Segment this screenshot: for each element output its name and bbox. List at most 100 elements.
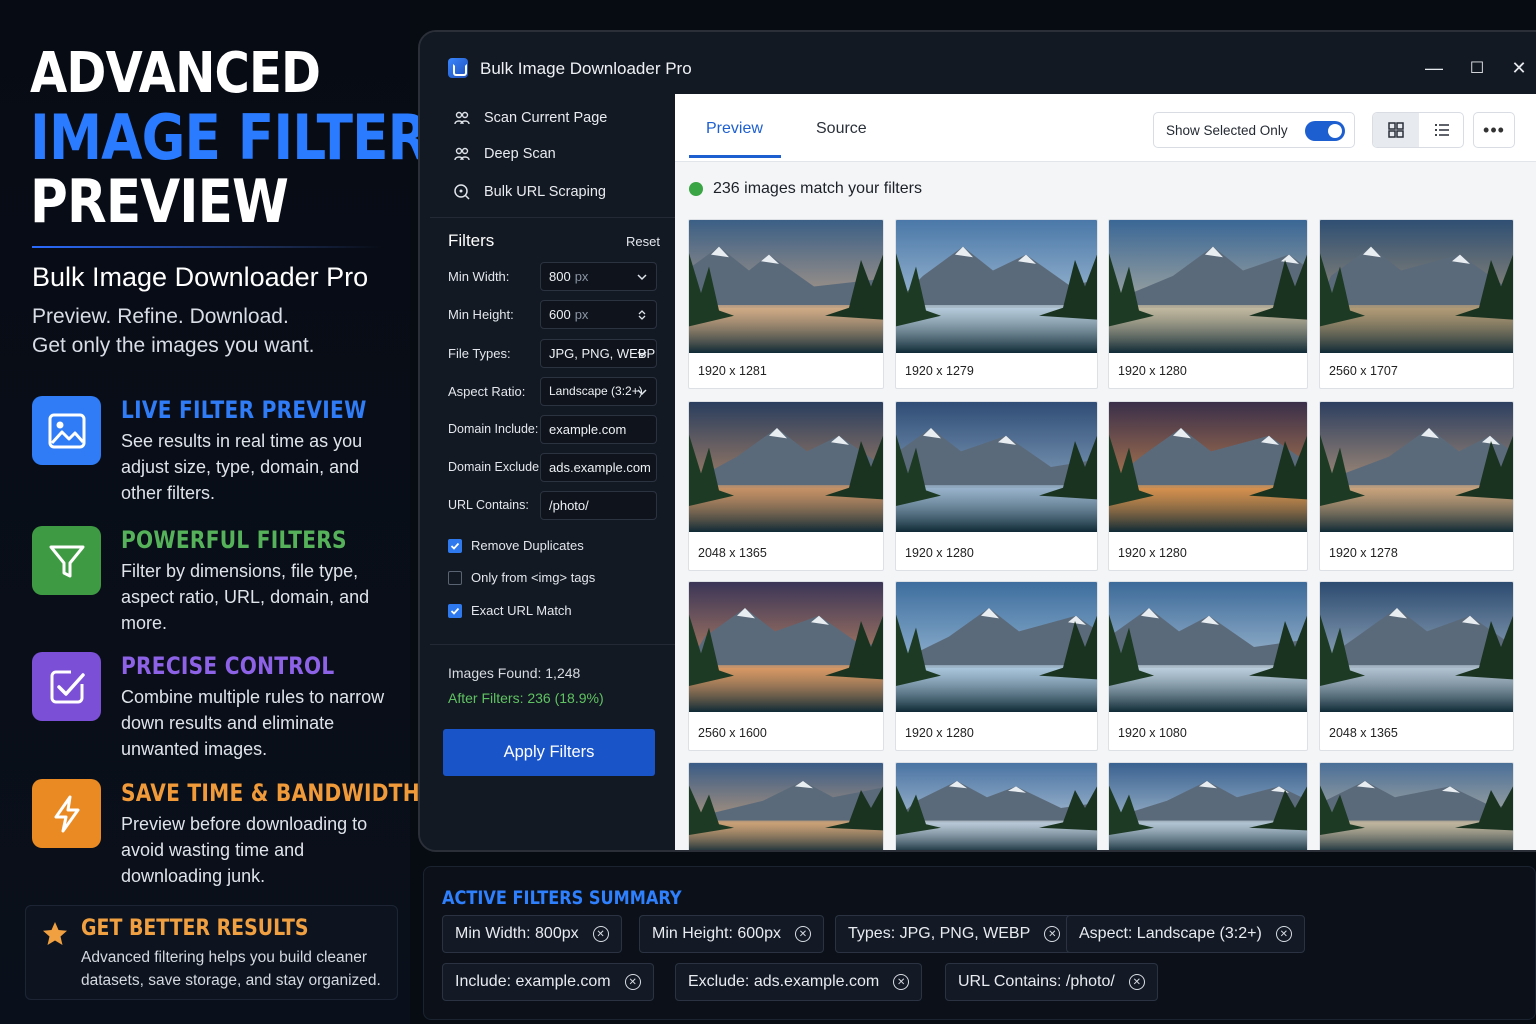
close-icon[interactable]: ✕ (1505, 54, 1533, 82)
filter-chip[interactable]: Types: JPG, PNG, WEBP ✕ (835, 915, 1074, 953)
stepper-icon[interactable] (636, 309, 648, 321)
deep-scan-button[interactable]: Deep Scan (452, 139, 556, 169)
checkbox-unchecked[interactable] (448, 570, 462, 585)
only-img-tags-checkbox[interactable]: Only from <img> tags (448, 570, 595, 585)
filter-chip[interactable]: Min Width: 800px ✕ (442, 915, 622, 953)
image-thumbnail[interactable] (1320, 402, 1513, 532)
min-height-stepper[interactable]: 600 px (540, 300, 657, 329)
image-card[interactable]: 2560 x 1600 (688, 581, 884, 751)
image-thumbnail[interactable] (1109, 402, 1307, 532)
apply-filters-button[interactable]: Apply Filters (443, 729, 655, 776)
filter-chip[interactable]: Exclude: ads.example.com ✕ (675, 963, 923, 1001)
remove-chip-icon[interactable]: ✕ (1128, 974, 1145, 990)
checkbox-checked[interactable] (448, 538, 462, 553)
image-card[interactable] (688, 762, 884, 850)
chip-label: Types: JPG, PNG, WEBP (848, 925, 1031, 942)
tagline-line-1: Preview. Refine. Download. (32, 305, 289, 328)
list-icon[interactable] (1419, 113, 1463, 147)
image-card[interactable]: 1920 x 1279 (895, 219, 1098, 389)
image-thumbnail[interactable] (1320, 582, 1513, 712)
min-width-select[interactable]: 800 px (540, 262, 657, 291)
people-scan-icon (452, 144, 472, 164)
image-card[interactable]: 1920 x 1280 (895, 401, 1098, 571)
image-thumbnail[interactable] (689, 402, 883, 532)
image-thumbnail[interactable] (1320, 763, 1513, 850)
image-thumbnail[interactable] (896, 402, 1097, 532)
image-card[interactable]: 1920 x 1278 (1319, 401, 1514, 571)
chip-label: Aspect: Landscape (3:2+) (1079, 925, 1262, 942)
chip-label: URL Contains: /photo/ (958, 973, 1115, 990)
image-thumbnail[interactable] (1109, 763, 1307, 850)
image-thumbnail[interactable] (896, 582, 1097, 712)
url-contains-input[interactable]: /photo/ (540, 491, 657, 520)
hero-line-2: IMAGE FILTER (30, 101, 429, 174)
chip-label: Exclude: ads.example.com (688, 973, 880, 990)
image-card[interactable]: 2048 x 1365 (1319, 581, 1514, 751)
image-card[interactable] (895, 762, 1098, 850)
feature-desc: See results in real time as you adjust s… (121, 431, 363, 503)
image-thumbnail[interactable] (896, 763, 1097, 850)
remove-chip-icon[interactable]: ✕ (893, 974, 910, 990)
image-thumbnail[interactable] (896, 220, 1097, 353)
feature-desc: Combine multiple rules to narrow down re… (121, 687, 385, 759)
image-card[interactable] (1319, 762, 1514, 850)
image-thumbnail[interactable] (1109, 220, 1307, 353)
scan-current-page-button[interactable]: Scan Current Page (452, 103, 607, 133)
exact-url-match-checkbox[interactable]: Exact URL Match (448, 603, 572, 618)
show-selected-toggle-group[interactable]: Show Selected Only (1153, 112, 1355, 148)
image-thumbnail[interactable] (689, 220, 883, 353)
better-title: GET BETTER RESULTS (81, 916, 309, 941)
chevron-down-icon (637, 351, 647, 358)
tagline-line-2: Get only the images you want. (32, 334, 315, 357)
checkbox-checked[interactable] (448, 603, 462, 618)
domain-exclude-label: Domain Exclude: (448, 460, 543, 474)
status-dot-icon (689, 182, 703, 196)
url-contains-label: URL Contains: (448, 498, 529, 512)
minimize-icon[interactable]: — (1420, 54, 1448, 82)
aspect-ratio-select[interactable]: Landscape (3:2+) (540, 377, 657, 406)
summary-heading: ACTIVE FILTERS SUMMARY (442, 887, 682, 909)
reset-link[interactable]: Reset (626, 234, 660, 249)
remove-chip-icon[interactable]: ✕ (1275, 926, 1292, 942)
better-results-box: GET BETTER RESULTS Advanced filtering he… (25, 905, 398, 1000)
filter-chip[interactable]: URL Contains: /photo/ ✕ (945, 963, 1158, 1001)
domain-exclude-input[interactable]: ads.example.com (540, 453, 657, 482)
image-card[interactable] (1108, 762, 1308, 850)
image-card[interactable]: 1920 x 1280 (1108, 401, 1308, 571)
chevron-down-icon (637, 389, 647, 396)
image-dimensions: 1920 x 1278 (1329, 546, 1398, 560)
tab-source[interactable]: Source (816, 120, 867, 138)
hero-line-1: ADVANCED (30, 41, 321, 106)
image-card[interactable]: 1920 x 1280 (1108, 219, 1308, 389)
image-card[interactable]: 1920 x 1080 (1108, 581, 1308, 751)
filter-chip[interactable]: Aspect: Landscape (3:2+) ✕ (1066, 915, 1305, 953)
remove-chip-icon[interactable]: ✕ (624, 974, 641, 990)
remove-duplicates-checkbox[interactable]: Remove Duplicates (448, 538, 584, 553)
better-desc: Advanced filtering helps you build clean… (81, 949, 381, 989)
maximize-icon[interactable]: ☐ (1463, 54, 1491, 82)
filters-heading: Filters (448, 231, 495, 250)
image-thumbnail[interactable] (689, 763, 883, 850)
remove-chip-icon[interactable]: ✕ (794, 926, 811, 942)
min-height-label: Min Height: (448, 307, 514, 322)
image-thumbnail[interactable] (1109, 582, 1307, 712)
filter-sidebar: Scan Current Page Deep Scan Bulk URL Scr… (420, 94, 675, 850)
images-found-count: Images Found: 1,248 (448, 665, 581, 681)
grid-icon[interactable] (1373, 113, 1419, 147)
bulk-url-scraping-button[interactable]: Bulk URL Scraping (452, 177, 606, 207)
file-types-select[interactable]: JPG, PNG, WEBP (540, 339, 657, 368)
image-card[interactable]: 1920 x 1280 (895, 581, 1098, 751)
image-thumbnail[interactable] (1320, 220, 1513, 353)
filter-chip[interactable]: Min Height: 600px ✕ (639, 915, 824, 953)
filter-chip[interactable]: Include: example.com ✕ (442, 963, 654, 1001)
remove-chip-icon[interactable]: ✕ (1044, 926, 1061, 942)
show-selected-toggle[interactable] (1305, 121, 1345, 141)
tab-preview[interactable]: Preview (706, 120, 763, 138)
remove-chip-icon[interactable]: ✕ (592, 926, 609, 942)
more-options-button[interactable]: ••• (1473, 112, 1515, 148)
image-card[interactable]: 1920 x 1281 (688, 219, 884, 389)
image-thumbnail[interactable] (689, 582, 883, 712)
domain-include-input[interactable]: example.com (540, 415, 657, 444)
image-card[interactable]: 2560 x 1707 (1319, 219, 1514, 389)
image-card[interactable]: 2048 x 1365 (688, 401, 884, 571)
